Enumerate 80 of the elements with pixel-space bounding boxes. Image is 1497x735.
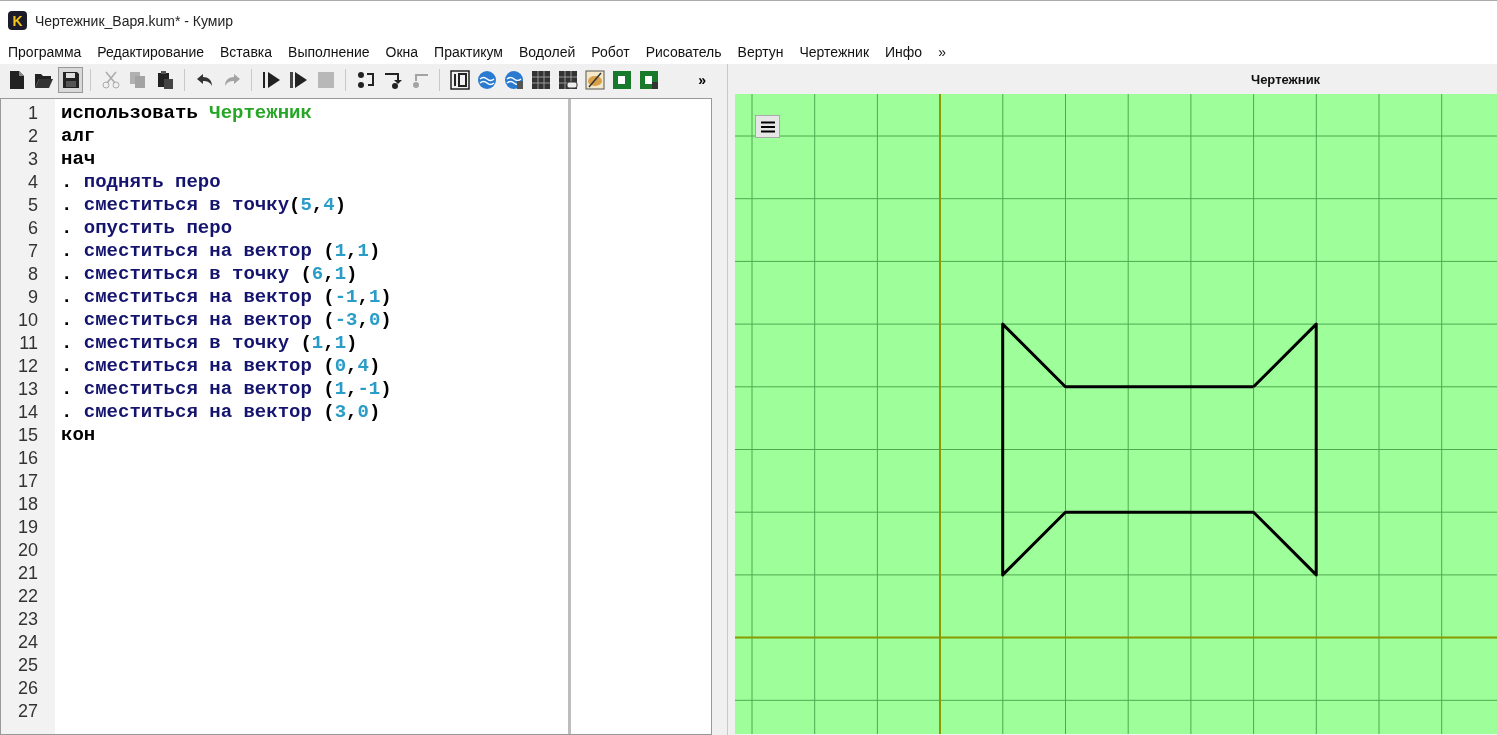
menu-button[interactable] xyxy=(755,115,780,138)
menu-item[interactable]: Окна xyxy=(385,44,419,60)
line-number: 17 xyxy=(16,470,39,493)
line-number: 10 xyxy=(16,309,39,332)
menu-icon xyxy=(760,120,775,133)
menu-item[interactable]: Рисователь xyxy=(645,44,722,60)
wave-circle-table-icon xyxy=(503,70,524,90)
code-line: алг xyxy=(61,125,96,147)
tile-icon xyxy=(611,70,632,90)
line-number: 19 xyxy=(16,516,39,539)
line-number: 13 xyxy=(16,378,39,401)
play-icon xyxy=(261,70,282,90)
menu-item[interactable]: Чертежник xyxy=(799,44,869,60)
code-line: . сместиться на вектор (3,0) xyxy=(61,401,381,423)
line-number: 24 xyxy=(16,631,39,654)
wave-circle-icon xyxy=(476,70,497,90)
panel-title: Чертежник xyxy=(1251,71,1321,87)
line-number: 16 xyxy=(16,447,39,470)
menu-item[interactable]: Робот xyxy=(591,44,630,60)
code-line: . сместиться на вектор (1,1) xyxy=(61,240,381,262)
number-display-button[interactable] xyxy=(447,67,472,93)
code-line: . сместиться в точку(5,4) xyxy=(61,194,347,216)
code-line: кон xyxy=(61,424,96,446)
line-number: 2 xyxy=(27,125,39,148)
scissors-icon xyxy=(100,70,121,90)
line-number: 12 xyxy=(16,355,39,378)
menu-item[interactable]: Вертун xyxy=(737,44,784,60)
code-line: . сместиться на вектор (-3,0) xyxy=(61,309,392,331)
line-number: 14 xyxy=(16,401,39,424)
line-number: 27 xyxy=(16,700,39,723)
line-number: 1 xyxy=(27,102,39,125)
menu-overflow[interactable]: » xyxy=(938,44,946,60)
line-number: 3 xyxy=(27,148,39,171)
code-line: использовать Чертежник xyxy=(61,102,312,124)
grid-icon xyxy=(530,70,551,90)
line-number: 18 xyxy=(16,493,39,516)
line-number: 9 xyxy=(27,286,39,309)
code-line: . сместиться на вектор (1,-1) xyxy=(61,378,392,400)
code-line: . поднять перо xyxy=(61,171,221,193)
menu-item[interactable]: Вставка xyxy=(220,44,273,60)
code-line: . сместиться на вектор (-1,1) xyxy=(61,286,392,308)
line-number: 22 xyxy=(16,585,39,608)
line-number: 23 xyxy=(16,608,39,631)
play-step-icon xyxy=(288,70,309,90)
stop-square-icon xyxy=(315,70,336,90)
line-number: 20 xyxy=(16,539,39,562)
menu-item[interactable]: Инфо xyxy=(885,44,923,60)
window-title: Чертежник_Варя.kum* - Кумир xyxy=(35,12,234,29)
code-line: . опустить перо xyxy=(61,217,233,239)
line-number: 7 xyxy=(27,240,39,263)
menu-item[interactable]: Редактирование xyxy=(97,44,204,60)
line-number: 11 xyxy=(18,332,39,355)
app-logo-icon: K xyxy=(8,11,27,30)
code-line: . сместиться на вектор (0,4) xyxy=(61,355,381,377)
menu-item[interactable]: Практикум xyxy=(434,44,503,60)
palette-button[interactable] xyxy=(582,67,607,93)
line-number: 26 xyxy=(16,677,39,700)
line-number: 4 xyxy=(27,171,39,194)
toolbar-overflow[interactable]: » xyxy=(698,72,706,88)
menu-item[interactable]: Программа xyxy=(8,44,82,60)
code-line: . сместиться в точку (6,1) xyxy=(61,263,358,285)
code-editor[interactable] xyxy=(0,98,712,735)
number-display-icon xyxy=(449,70,470,90)
line-number: 21 xyxy=(16,562,39,585)
line-number: 6 xyxy=(27,217,39,240)
step-into-icon xyxy=(382,70,403,90)
line-number: 25 xyxy=(16,654,39,677)
line-number: 15 xyxy=(16,424,39,447)
palette-icon xyxy=(584,70,605,90)
menu-item[interactable]: Водолей xyxy=(519,44,576,60)
line-number: 5 xyxy=(27,194,39,217)
step-over-icon xyxy=(355,70,376,90)
code-line: . сместиться в точку (1,1) xyxy=(61,332,358,354)
floppy-disk-button[interactable] xyxy=(58,67,83,93)
copy-icon xyxy=(127,70,148,90)
menu-item[interactable]: Выполнение xyxy=(288,44,370,60)
line-number: 8 xyxy=(27,263,39,286)
code-line: нач xyxy=(61,148,96,170)
tile-table-icon xyxy=(638,70,659,90)
grid-gamepad-icon xyxy=(557,70,578,90)
